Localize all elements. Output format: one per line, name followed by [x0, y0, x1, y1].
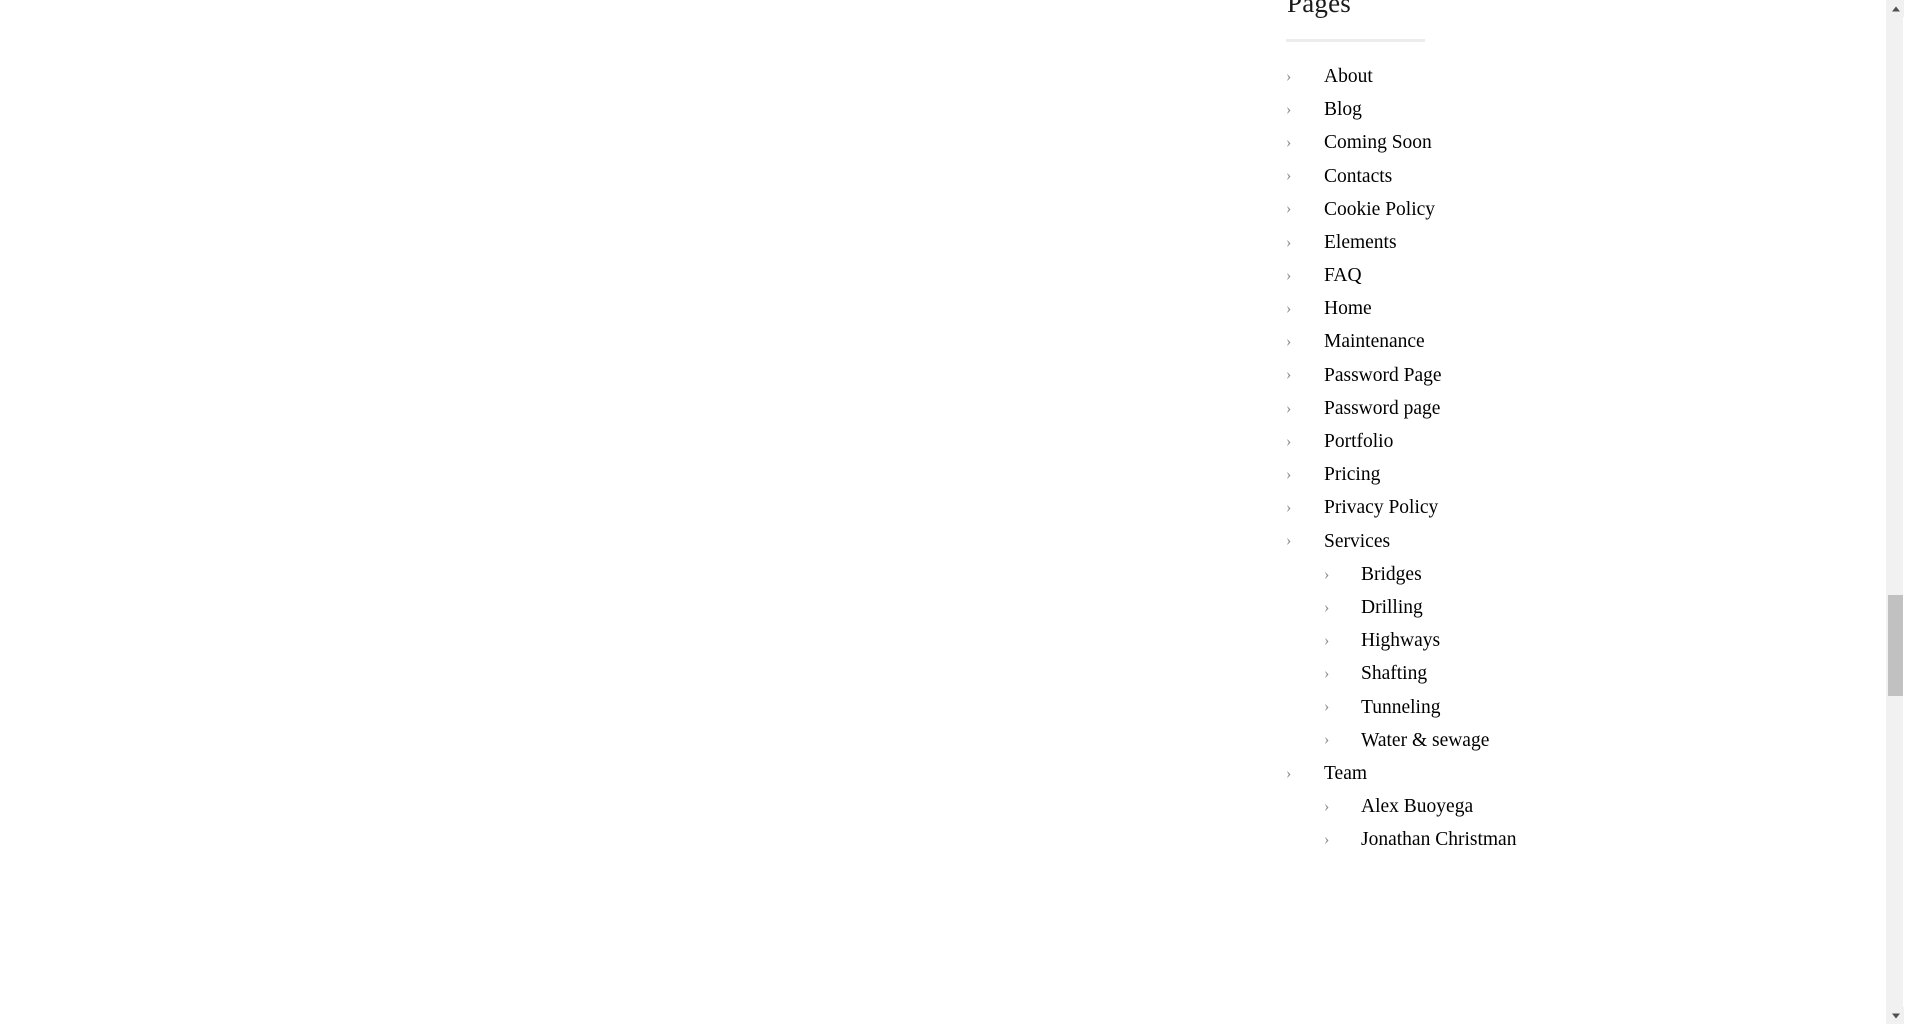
page-link[interactable]: Water & sewage: [1361, 729, 1489, 752]
page-link[interactable]: Team: [1324, 762, 1367, 785]
page-link[interactable]: Highways: [1361, 629, 1440, 652]
page-link[interactable]: FAQ: [1324, 264, 1362, 287]
page-list-item[interactable]: › Cookie Policy: [1286, 193, 1756, 226]
page-link[interactable]: Maintenance: [1324, 330, 1425, 353]
page-link[interactable]: Pricing: [1324, 463, 1380, 486]
page-link[interactable]: Cookie Policy: [1324, 198, 1435, 221]
page-list-item[interactable]: › Bridges: [1286, 558, 1756, 591]
page-list-item[interactable]: › Maintenance: [1286, 326, 1756, 359]
pages-list: › About › Blog › Coming Soon › Contacts › Cookie …: [1286, 60, 1756, 857]
chevron-right-icon: ›: [1324, 698, 1330, 716]
chevron-right-icon: ›: [1324, 831, 1330, 848]
page-link[interactable]: Alex Buoyega: [1361, 795, 1473, 818]
chevron-right-icon: ›: [1286, 499, 1292, 517]
page-list-item[interactable]: › About: [1286, 60, 1756, 93]
page-link[interactable]: Bridges: [1361, 563, 1422, 586]
chevron-right-icon: ›: [1286, 200, 1292, 218]
page-list-item[interactable]: › Services: [1286, 525, 1756, 558]
page-canvas: Pages › About › Blog › Coming Soon › Contacts › C…: [0, 0, 1904, 1024]
page-list-item[interactable]: › Highways: [1286, 624, 1756, 657]
chevron-right-icon: ›: [1324, 565, 1330, 583]
page-link[interactable]: Home: [1324, 297, 1372, 320]
page-list-item[interactable]: › Portfolio: [1286, 425, 1756, 458]
title-divider: [1286, 39, 1425, 43]
chevron-right-icon: ›: [1286, 764, 1292, 782]
page-link[interactable]: Blog: [1324, 98, 1362, 121]
page-link[interactable]: Services: [1324, 530, 1390, 553]
page-list-item[interactable]: › Elements: [1286, 226, 1756, 259]
chevron-right-icon: ›: [1324, 665, 1330, 683]
page-list-item[interactable]: › Password Page: [1286, 359, 1756, 392]
page-link[interactable]: Password Page: [1324, 364, 1442, 387]
chevron-right-icon: ›: [1286, 167, 1292, 185]
page-list-item[interactable]: › Contacts: [1286, 160, 1756, 193]
chevron-right-icon: ›: [1286, 134, 1292, 152]
vertical-scrollbar[interactable]: [1886, 0, 1904, 1024]
page-link[interactable]: Portfolio: [1324, 430, 1393, 453]
page-link[interactable]: Jonathan Christman: [1361, 828, 1516, 851]
page-link[interactable]: Tunneling: [1361, 696, 1440, 719]
page-list-item[interactable]: › Password page: [1286, 392, 1756, 425]
chevron-right-icon: ›: [1286, 532, 1292, 550]
page-list-item[interactable]: › Privacy Policy: [1286, 492, 1756, 525]
page-list-item[interactable]: › Alex Buoyega: [1286, 790, 1756, 823]
chevron-right-icon: ›: [1286, 432, 1292, 450]
page-list-item[interactable]: › FAQ: [1286, 259, 1756, 292]
chevron-right-icon: ›: [1286, 333, 1292, 351]
page-list-item[interactable]: › Tunneling: [1286, 691, 1756, 724]
page-link[interactable]: Privacy Policy: [1324, 496, 1438, 519]
chevron-right-icon: ›: [1286, 300, 1292, 317]
page-list-item[interactable]: › Jonathan Christman: [1286, 823, 1756, 856]
chevron-right-icon: ›: [1286, 67, 1292, 85]
page-list-item[interactable]: › Drilling: [1286, 591, 1756, 624]
page-link[interactable]: Password page: [1324, 397, 1440, 420]
page-link[interactable]: Contacts: [1324, 165, 1392, 188]
chevron-right-icon: ›: [1286, 399, 1292, 417]
chevron-right-icon: ›: [1286, 233, 1292, 251]
chevron-right-icon: ›: [1324, 731, 1330, 749]
chevron-up-icon: [1891, 6, 1900, 11]
page-list-item[interactable]: › Coming Soon: [1286, 126, 1756, 159]
page-title: Pages: [1287, 0, 1351, 18]
chevron-right-icon: ›: [1324, 797, 1330, 815]
scroll-down-button[interactable]: [1887, 1007, 1904, 1024]
pages-widget: Pages › About › Blog › Coming Soon › Contacts › C…: [1286, 0, 1756, 857]
page-list-item[interactable]: › Blog: [1286, 93, 1756, 126]
page-list-item[interactable]: › Home: [1286, 292, 1756, 325]
chevron-right-icon: ›: [1286, 100, 1292, 118]
page-link[interactable]: Shafting: [1361, 662, 1427, 685]
page-list-item[interactable]: › Water & sewage: [1286, 724, 1756, 757]
page-link[interactable]: Coming Soon: [1324, 131, 1432, 154]
chevron-right-icon: ›: [1286, 366, 1292, 384]
page-link[interactable]: Drilling: [1361, 596, 1423, 619]
page-list-item[interactable]: › Pricing: [1286, 458, 1756, 491]
page-list-item[interactable]: › Team: [1286, 757, 1756, 790]
chevron-down-icon: [1891, 1013, 1900, 1018]
page-list-item[interactable]: › Shafting: [1286, 657, 1756, 690]
chevron-right-icon: ›: [1286, 465, 1292, 483]
scroll-up-button[interactable]: [1887, 0, 1904, 17]
page-link[interactable]: Elements: [1324, 231, 1397, 254]
chevron-right-icon: ›: [1324, 598, 1330, 616]
scrollbar-thumb[interactable]: [1888, 595, 1903, 696]
chevron-right-icon: ›: [1324, 631, 1330, 649]
page-link[interactable]: About: [1324, 65, 1373, 88]
chevron-right-icon: ›: [1286, 266, 1292, 284]
